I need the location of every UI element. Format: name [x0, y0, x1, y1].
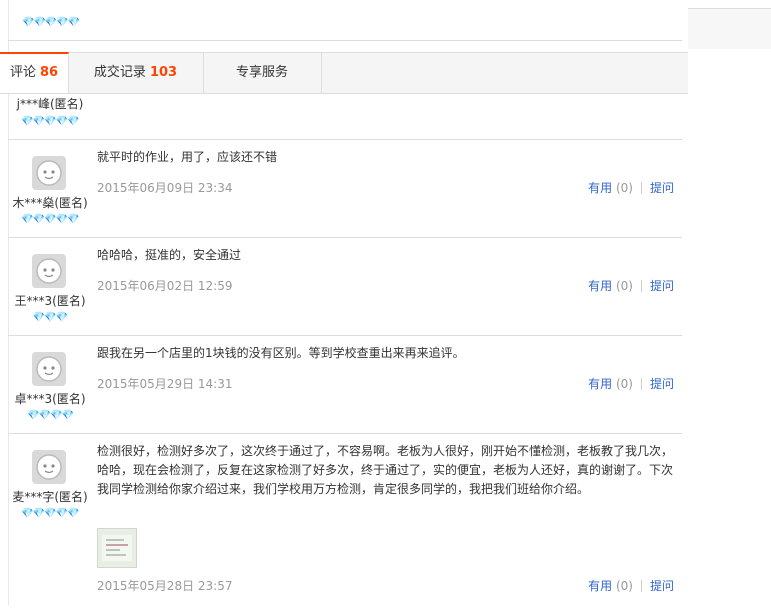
- tab-label: 评论: [9, 65, 36, 80]
- reviewer-name: 王***3(匿名): [14, 294, 86, 308]
- review-date: 2015年05月29日 14:31: [97, 377, 233, 391]
- review-text: 就平时的作业，用了，应该还不错: [97, 150, 278, 164]
- useful-button[interactable]: 有用: [588, 279, 612, 293]
- useful-button[interactable]: 有用: [588, 377, 612, 391]
- review-text: 跟我在另一个店里的1块钱的没有区别。等到学校查重出来再来追评。: [97, 346, 465, 360]
- useful-count: (0): [615, 181, 633, 195]
- reviewer-name: 卓***3(匿名): [14, 392, 86, 406]
- rating-diamonds: 💎💎💎💎💎: [22, 17, 80, 28]
- avatar: [32, 156, 66, 190]
- photo-icon: [102, 535, 132, 561]
- default-avatar-icon: [36, 454, 62, 480]
- useful-button[interactable]: 有用: [588, 181, 612, 195]
- divider: [640, 182, 642, 194]
- ask-button[interactable]: 提问: [650, 377, 674, 391]
- review-item: j***峰(匿名) 💎💎💎💎💎: [8, 93, 682, 140]
- review-date: 2015年05月28日 23:57: [97, 579, 233, 593]
- avatar: [32, 254, 66, 288]
- review-photo-thumbnail[interactable]: [97, 528, 137, 568]
- review-item: 麦***字(匿名) 💎💎💎💎💎 检测很好，检测好多次了，这次终于通过了，不容易啊…: [8, 434, 682, 609]
- rating-diamonds: 💎💎💎: [32, 312, 68, 323]
- ask-button[interactable]: 提问: [650, 279, 674, 293]
- ask-button[interactable]: 提问: [650, 181, 674, 195]
- review-text: 检测很好，检测好多次了，这次终于通过了，不容易啊。老板为人很好，刚开始不懂检测，…: [97, 444, 674, 496]
- rating-diamonds: 💎💎💎💎💎: [21, 214, 79, 225]
- review-item: 王***3(匿名) 💎💎💎 哈哈哈，挺准的，安全通过 2015年06月02日 1…: [8, 238, 682, 336]
- avatar: [32, 352, 66, 386]
- review-item: 卓***3(匿名) 💎💎💎💎 跟我在另一个店里的1块钱的没有区别。等到学校查重出…: [8, 336, 682, 434]
- review-date: 2015年06月09日 23:34: [97, 181, 233, 195]
- review-date: 2015年06月02日 12:59: [97, 279, 233, 293]
- review-actions: 有用 (0) 提问: [588, 375, 674, 392]
- review-item: 木***燊(匿名) 💎💎💎💎💎 就平时的作业，用了，应该还不错 2015年06月…: [8, 140, 682, 238]
- tab-transactions[interactable]: 成交记录 103: [68, 53, 204, 93]
- default-avatar-icon: [36, 160, 62, 186]
- review-text: 哈哈哈，挺准的，安全通过: [97, 248, 242, 262]
- ask-button[interactable]: 提问: [650, 579, 674, 593]
- tab-count: 103: [149, 65, 178, 80]
- default-avatar-icon: [36, 356, 62, 382]
- rating-diamonds: 💎💎💎💎: [27, 410, 74, 421]
- tab-exclusive-services[interactable]: 专享服务: [203, 53, 322, 93]
- divider: [640, 378, 642, 390]
- divider: [8, 40, 682, 41]
- tab-count: 86: [39, 65, 59, 80]
- default-avatar-icon: [36, 258, 62, 284]
- review-actions: 有用 (0) 提问: [588, 577, 674, 594]
- tab-label: 成交记录: [93, 65, 146, 80]
- divider: [640, 280, 642, 292]
- reviewer-name: j***峰(匿名): [16, 97, 84, 111]
- avatar: [32, 450, 66, 484]
- divider: [640, 580, 642, 592]
- tab-reviews[interactable]: 评论 86: [0, 52, 69, 93]
- rating-diamonds: 💎💎💎💎💎: [21, 116, 79, 127]
- previous-review-fragment: 💎💎💎💎💎: [0, 0, 688, 52]
- useful-count: (0): [615, 279, 633, 293]
- useful-count: (0): [615, 377, 633, 391]
- review-actions: 有用 (0) 提问: [588, 277, 674, 294]
- review-actions: 有用 (0) 提问: [588, 179, 674, 196]
- rating-diamonds: 💎💎💎💎💎: [21, 508, 79, 519]
- reviewer-name: 麦***字(匿名): [12, 490, 88, 504]
- right-panel: [688, 8, 771, 49]
- reviewer-name: 木***燊(匿名): [12, 196, 88, 210]
- useful-count: (0): [615, 579, 633, 593]
- useful-button[interactable]: 有用: [588, 579, 612, 593]
- review-tabs: 评论 86 成交记录 103 专享服务: [0, 52, 688, 94]
- tab-label: 专享服务: [235, 65, 288, 80]
